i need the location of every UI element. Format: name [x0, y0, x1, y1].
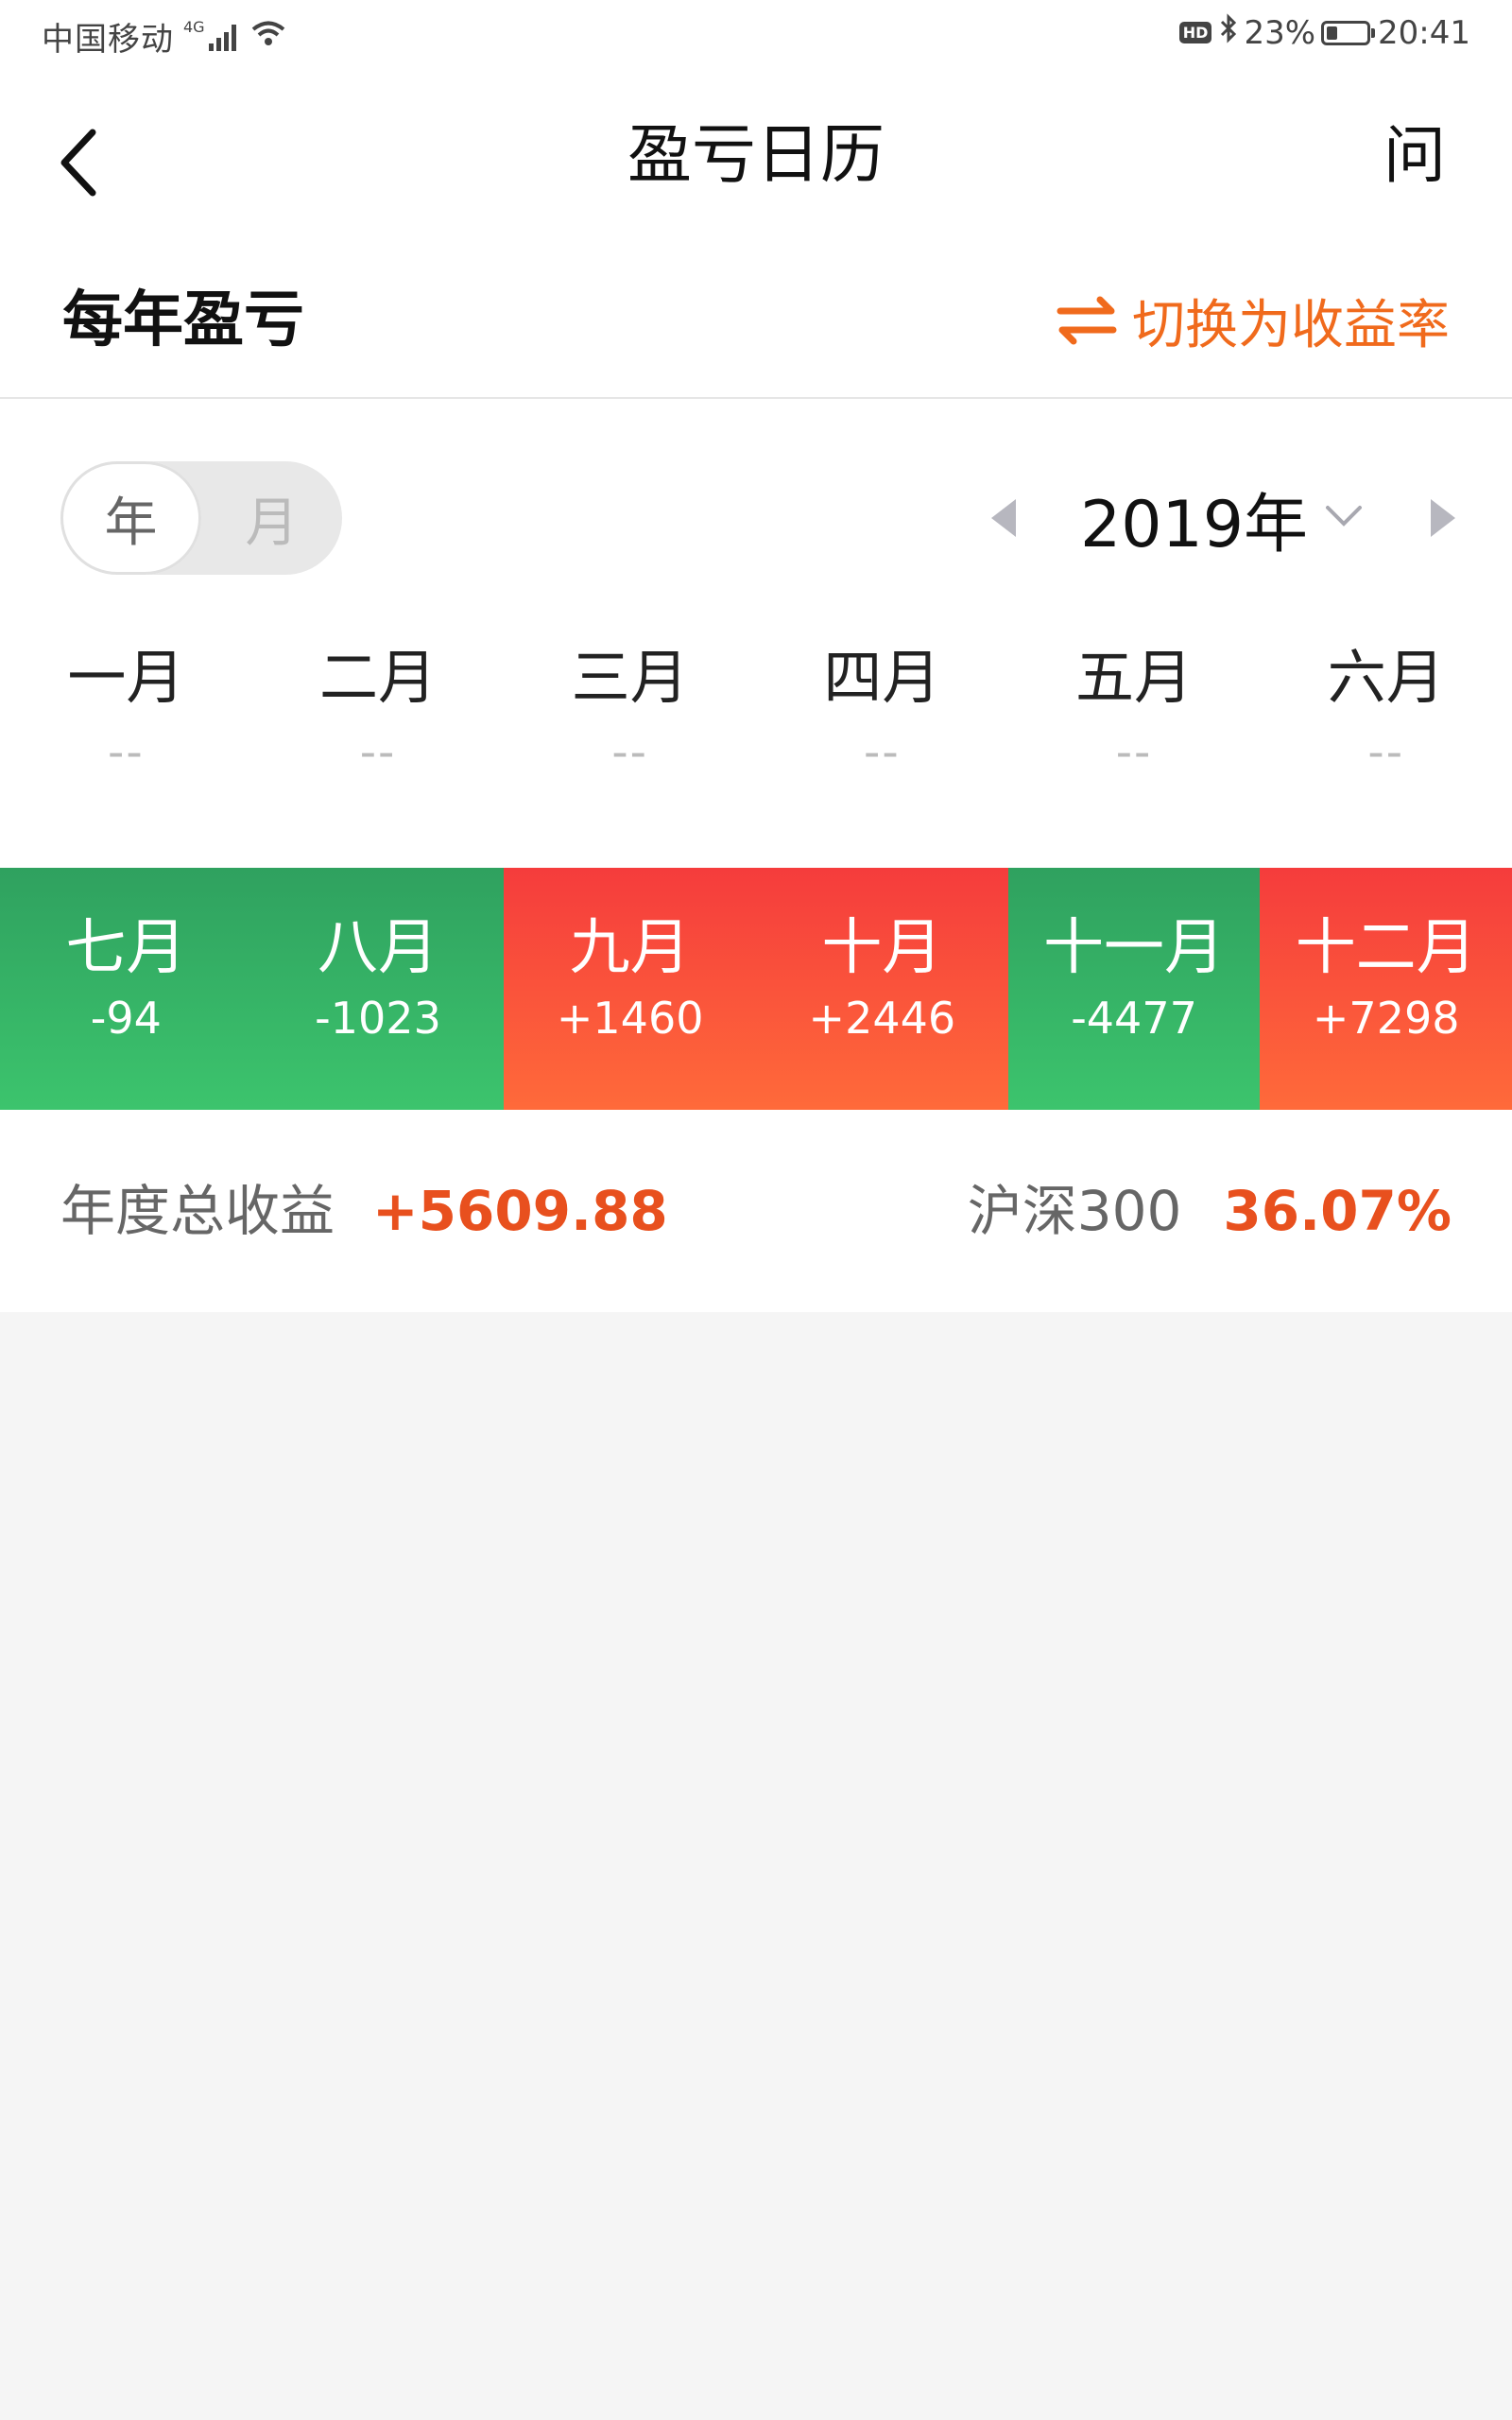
- month-value: --: [864, 726, 901, 779]
- clock: 20:41: [1378, 13, 1470, 52]
- nav-header: 盈亏日历 问: [0, 68, 1512, 244]
- help-button[interactable]: 问: [1383, 68, 1446, 244]
- month-tile-august[interactable]: 八月 -1023: [251, 868, 505, 1110]
- bluetooth-icon: [1219, 13, 1238, 52]
- month-value: +2446: [808, 993, 956, 1044]
- chevron-down-icon[interactable]: [1325, 505, 1363, 531]
- month-name: 三月: [571, 643, 689, 712]
- wifi-icon: [250, 18, 286, 56]
- month-tile-december[interactable]: 十二月 +7298: [1260, 868, 1512, 1110]
- month-cell[interactable]: 五月 --: [1008, 626, 1261, 868]
- month-name: 八月: [318, 913, 438, 983]
- month-tile-november[interactable]: 十一月 -4477: [1007, 868, 1261, 1110]
- section-header: 每年盈亏 切换为收益率: [0, 244, 1512, 399]
- toggle-year[interactable]: 年: [60, 461, 201, 575]
- status-right: HD 23% 20:41: [1178, 13, 1470, 52]
- month-value: --: [359, 726, 397, 779]
- month-value: +1460: [556, 993, 704, 1044]
- month-name: 六月: [1327, 643, 1445, 712]
- annual-return: 年度总收益 +5609.88: [60, 1110, 668, 1312]
- month-value: --: [611, 726, 648, 779]
- switch-label: 切换为收益率: [1132, 294, 1450, 356]
- month-name: 十二月: [1295, 913, 1477, 983]
- swap-arrows-icon: [1057, 296, 1117, 345]
- annual-return-value: +5609.88: [372, 1179, 668, 1243]
- hd-badge: HD: [1178, 22, 1212, 43]
- period-toggle[interactable]: 年 月: [60, 461, 342, 575]
- month-cell[interactable]: 三月 --: [504, 626, 756, 868]
- month-value: --: [1115, 726, 1153, 779]
- month-name: 一月: [67, 643, 185, 712]
- annual-summary: 年度总收益 +5609.88 沪深300 36.07%: [0, 1110, 1512, 1312]
- month-value: +7298: [1312, 993, 1460, 1044]
- signal-icon: [208, 23, 239, 51]
- toggle-month[interactable]: 月: [201, 461, 342, 575]
- month-name: 四月: [823, 643, 941, 712]
- annual-return-label: 年度总收益: [60, 1179, 335, 1243]
- month-grid-row-1: 一月 -- 二月 -- 三月 -- 四月 -- 五月 -- 六月 --: [0, 626, 1512, 868]
- switch-to-rate-button[interactable]: 切换为收益率: [1057, 244, 1450, 397]
- month-tile-september[interactable]: 九月 +1460: [504, 868, 757, 1110]
- month-name: 二月: [319, 643, 438, 712]
- prev-year-icon[interactable]: [990, 499, 1016, 537]
- carrier-name: 中国移动: [42, 21, 174, 59]
- page-title: 盈亏日历: [627, 118, 885, 193]
- month-tile-july[interactable]: 七月 -94: [0, 868, 252, 1110]
- top-panel: 中国移动 4G HD 23% 20:41 盈亏日历 问 每年盈亏 切换为收益率 …: [0, 0, 1512, 1312]
- index-compare: 沪深300 36.07%: [968, 1110, 1452, 1312]
- year-label[interactable]: 2019年: [1080, 472, 1308, 565]
- month-name: 十一月: [1043, 913, 1226, 983]
- status-bar: 中国移动 4G HD 23% 20:41: [0, 0, 1512, 68]
- month-cell[interactable]: 二月 --: [252, 626, 505, 868]
- battery-icon: [1321, 20, 1376, 45]
- month-cell[interactable]: 一月 --: [0, 626, 252, 868]
- month-value: --: [108, 726, 145, 779]
- month-name: 七月: [65, 913, 187, 983]
- month-value: --: [1367, 726, 1405, 779]
- month-cell[interactable]: 四月 --: [756, 626, 1008, 868]
- next-year-icon[interactable]: [1431, 499, 1455, 537]
- controls-row: 年 月 2019年: [0, 399, 1512, 626]
- month-cell[interactable]: 六月 --: [1260, 626, 1512, 868]
- month-grid-row-2: 七月 -94 八月 -1023 九月 +1460 十月 +2446 十一月 -4…: [0, 868, 1512, 1110]
- year-navigator: 2019年: [990, 461, 1455, 575]
- month-value: -4477: [1071, 993, 1197, 1044]
- month-value: -1023: [315, 993, 441, 1044]
- section-title: 每年盈亏: [62, 285, 304, 355]
- month-value: -94: [90, 993, 162, 1044]
- month-tile-october[interactable]: 十月 +2446: [756, 868, 1008, 1110]
- index-label: 沪深300: [967, 1179, 1182, 1243]
- battery-percent: 23%: [1244, 13, 1316, 52]
- status-left: 中国移动 4G: [42, 13, 286, 60]
- month-name: 五月: [1075, 643, 1194, 712]
- month-name: 九月: [569, 913, 691, 983]
- network-type: 4G: [183, 18, 205, 36]
- index-value: 36.07%: [1223, 1179, 1452, 1243]
- month-name: 十月: [821, 913, 943, 983]
